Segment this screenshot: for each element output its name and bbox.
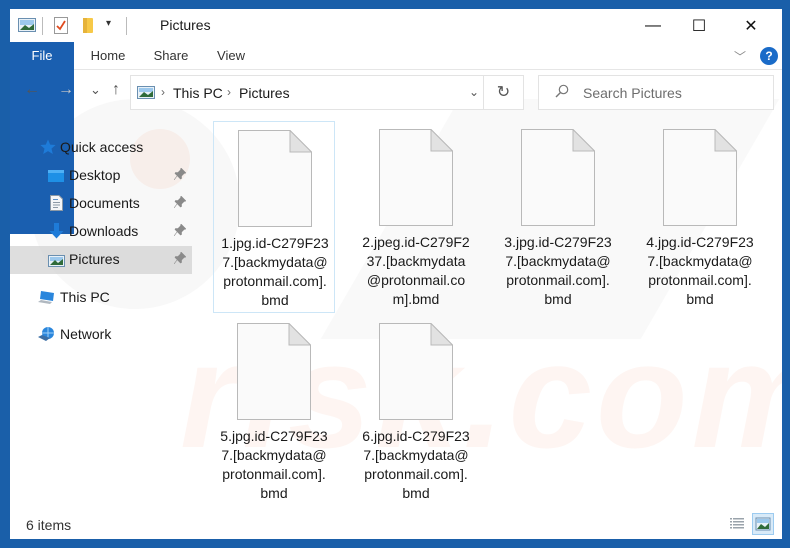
new-folder-icon[interactable] xyxy=(82,17,94,39)
pictures-icon[interactable] xyxy=(18,18,36,37)
details-view-button[interactable] xyxy=(726,513,748,535)
blank-file-icon xyxy=(238,130,312,227)
file-item[interactable]: 2.jpeg.id-C279F2 37.[backmydata @protonm… xyxy=(355,121,477,313)
status-bar: 6 items xyxy=(10,510,782,539)
minimize-button[interactable]: — xyxy=(630,9,676,42)
sidebar-item-desktop[interactable]: Desktop xyxy=(10,162,192,190)
title-bar: ▾ Pictures — ☐ ✕ xyxy=(10,9,782,42)
file-item[interactable]: 5.jpg.id-C279F23 7.[backmydata@ protonma… xyxy=(213,315,335,507)
toolbar-divider xyxy=(126,17,127,35)
network-icon xyxy=(38,326,56,345)
refresh-button[interactable]: ↻ xyxy=(483,76,523,109)
file-list: 1.jpg.id-C279F23 7.[backmydata@ protonma… xyxy=(206,114,782,510)
search-box[interactable] xyxy=(538,75,774,110)
forward-button[interactable]: → xyxy=(58,81,74,99)
details-view-icon xyxy=(730,518,744,529)
blank-file-icon xyxy=(379,129,453,226)
blank-file-icon xyxy=(663,129,737,226)
search-input[interactable] xyxy=(583,76,768,109)
file-name: 2.jpeg.id-C279F2 37.[backmydata @protonm… xyxy=(362,234,470,307)
sidebar-item-label: Desktop xyxy=(69,167,121,183)
large-icons-view-button[interactable] xyxy=(752,513,774,535)
file-name: 1.jpg.id-C279F23 7.[backmydata@ protonma… xyxy=(221,235,329,308)
computer-icon xyxy=(38,290,56,309)
sidebar-item-label: This PC xyxy=(60,289,110,305)
sidebar-item-downloads[interactable]: Downloads xyxy=(10,218,192,246)
file-explorer-window: risk.com ▾ Pictures — ☐ ✕ File Home Shar… xyxy=(10,9,782,539)
documents-icon xyxy=(50,195,63,214)
desktop-icon xyxy=(48,169,64,185)
pictures-location-icon xyxy=(137,86,155,104)
item-count: 6 items xyxy=(26,517,72,533)
address-dropdown-icon[interactable]: ⌄ xyxy=(469,85,479,99)
tab-share[interactable]: Share xyxy=(146,42,196,70)
close-button[interactable]: ✕ xyxy=(728,9,774,42)
downloads-icon xyxy=(49,223,64,242)
sidebar-item-label: Quick access xyxy=(60,139,144,155)
blank-file-icon xyxy=(379,323,453,420)
window-title: Pictures xyxy=(160,17,211,33)
file-name: 6.jpg.id-C279F23 7.[backmydata@ protonma… xyxy=(362,428,470,501)
breadcrumb-pictures[interactable]: Pictures xyxy=(239,85,290,101)
pin-icon[interactable] xyxy=(173,251,187,267)
recent-locations-button[interactable]: ⌄ xyxy=(90,82,101,98)
navigation-pane: Quick access Desktop Documents Downloads… xyxy=(10,114,196,510)
pin-icon[interactable] xyxy=(173,167,187,183)
customize-dropdown-icon[interactable]: ▾ xyxy=(106,18,111,29)
sidebar-item-label: Pictures xyxy=(69,251,120,267)
blank-file-icon xyxy=(521,129,595,226)
breadcrumb-this-pc[interactable]: This PC xyxy=(173,85,223,101)
navigation-bar: ← → ⌄ ↑ › This PC › Pictures ⌄ ↻ xyxy=(10,71,782,113)
expand-ribbon-icon[interactable]: ﹀ xyxy=(734,48,746,65)
star-icon xyxy=(40,139,56,158)
large-icons-view-icon xyxy=(755,517,771,531)
sidebar-item-documents[interactable]: Documents xyxy=(10,190,192,218)
back-button[interactable]: ← xyxy=(24,81,40,99)
breadcrumb-separator: › xyxy=(161,85,165,99)
sidebar-item-label: Documents xyxy=(69,195,140,211)
ribbon-tabs: File Home Share View ﹀ ? xyxy=(10,42,782,234)
maximize-button[interactable]: ☐ xyxy=(676,9,722,42)
sidebar-item-this-pc[interactable]: This PC xyxy=(10,284,192,312)
sidebar-item-label: Downloads xyxy=(69,223,139,239)
tab-home[interactable]: Home xyxy=(82,42,134,70)
sidebar-item-label: Network xyxy=(60,326,112,342)
file-name: 4.jpg.id-C279F23 7.[backmydata@ protonma… xyxy=(646,234,754,307)
tab-view[interactable]: View xyxy=(208,42,254,70)
sidebar-item-network[interactable]: Network xyxy=(10,321,192,349)
pictures-icon xyxy=(48,254,65,270)
sidebar-item-pictures[interactable]: Pictures xyxy=(10,246,192,274)
file-item[interactable]: 3.jpg.id-C279F23 7.[backmydata@ protonma… xyxy=(497,121,619,313)
toolbar-divider xyxy=(42,17,43,35)
search-icon xyxy=(555,84,569,101)
pin-icon[interactable] xyxy=(173,195,187,211)
breadcrumb-separator: › xyxy=(227,85,231,99)
file-name: 5.jpg.id-C279F23 7.[backmydata@ protonma… xyxy=(220,428,328,501)
sidebar-item-quick-access[interactable]: Quick access xyxy=(10,134,192,162)
blank-file-icon xyxy=(237,323,311,420)
file-item[interactable]: 4.jpg.id-C279F23 7.[backmydata@ protonma… xyxy=(639,121,761,313)
address-bar[interactable]: › This PC › Pictures ⌄ ↻ xyxy=(130,75,524,110)
file-item[interactable]: 6.jpg.id-C279F23 7.[backmydata@ protonma… xyxy=(355,315,477,507)
pin-icon[interactable] xyxy=(173,223,187,239)
properties-icon[interactable] xyxy=(54,17,68,39)
file-name: 3.jpg.id-C279F23 7.[backmydata@ protonma… xyxy=(504,234,612,307)
help-icon[interactable]: ? xyxy=(760,47,778,65)
up-button[interactable]: ↑ xyxy=(112,81,120,99)
file-item[interactable]: 1.jpg.id-C279F23 7.[backmydata@ protonma… xyxy=(213,121,335,313)
